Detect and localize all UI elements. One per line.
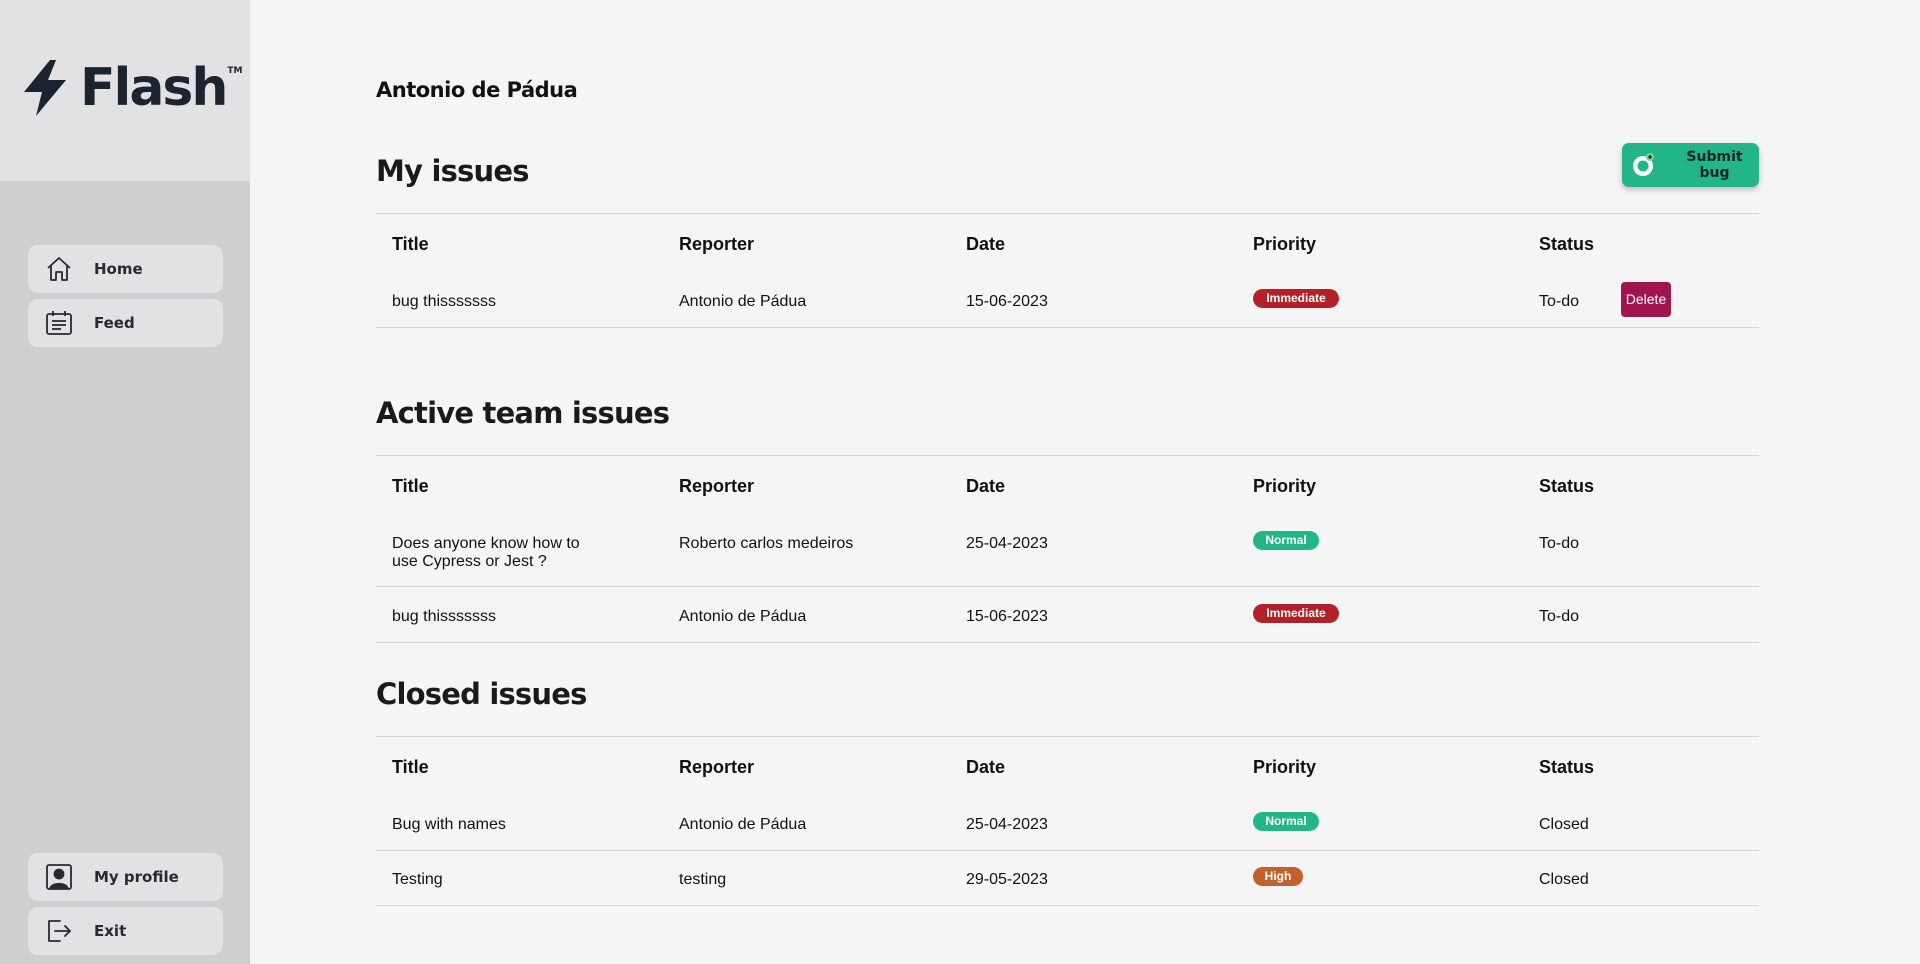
delete-button[interactable]: Delete: [1621, 282, 1671, 317]
priority-badge-normal: Normal: [1253, 812, 1319, 831]
col-header-status: Status: [1539, 757, 1595, 777]
col-header-reporter: Reporter: [679, 757, 755, 777]
team-issues-table: Title Reporter Date Priority Status Does…: [376, 455, 1759, 643]
table-row-status: Closed: [1539, 816, 1589, 833]
nav-home-label: Home: [94, 260, 143, 278]
logo: Flash TM: [20, 60, 243, 116]
col-header-priority: Priority: [1253, 476, 1317, 496]
table-row-status: To-do: [1539, 293, 1580, 310]
priority-badge-immediate: Immediate: [1253, 604, 1339, 623]
table-row-date: 15-06-2023: [966, 608, 1048, 625]
table-row-date: 29-05-2023: [966, 871, 1048, 888]
table-divider: [376, 455, 1759, 456]
team-issues-title: Active team issues: [376, 396, 670, 430]
bug-icon: [1631, 152, 1657, 178]
col-header-title: Title: [392, 476, 429, 496]
my-issues-title: My issues: [376, 154, 530, 188]
table-row-title[interactable]: Testing: [392, 871, 592, 889]
closed-issues-table: Title Reporter Date Priority Status Bug …: [376, 736, 1759, 907]
col-header-date: Date: [966, 757, 1006, 777]
user-name: Antonio de Pádua: [376, 78, 578, 102]
col-header-status: Status: [1539, 476, 1595, 496]
col-header-reporter: Reporter: [679, 234, 755, 254]
table-row-reporter: Antonio de Pádua: [679, 816, 807, 833]
table-row-reporter: Antonio de Pádua: [679, 608, 807, 625]
lightning-bolt-icon: [24, 60, 66, 116]
table-divider: [376, 736, 1759, 737]
logo-text: Flash: [80, 58, 228, 118]
col-header-priority: Priority: [1253, 234, 1317, 254]
table-divider: [376, 850, 1759, 851]
submit-bug-button[interactable]: Submit bug: [1622, 143, 1759, 187]
feed-icon: [44, 308, 74, 338]
sidebar: Flash TM Home Feed My profile Exit: [0, 0, 250, 964]
closed-issues-title: Closed issues: [376, 677, 587, 711]
table-divider: [376, 327, 1759, 328]
col-header-priority: Priority: [1253, 757, 1317, 777]
table-divider: [376, 642, 1759, 643]
table-row-title[interactable]: Bug with names: [392, 816, 592, 834]
table-divider: [376, 213, 1759, 214]
table-row-date: 25-04-2023: [966, 535, 1048, 552]
table-divider: [376, 905, 1759, 906]
table-row-date: 25-04-2023: [966, 816, 1048, 833]
table-row-status: To-do: [1539, 535, 1580, 552]
table-row-reporter: Roberto carlos medeiros: [679, 535, 854, 552]
nav-my-profile-label: My profile: [94, 868, 179, 886]
table-row-reporter: testing: [679, 871, 727, 888]
priority-badge-high: High: [1253, 867, 1303, 886]
col-header-title: Title: [392, 757, 429, 777]
nav-feed-label: Feed: [94, 314, 135, 332]
user-profile-icon: [44, 862, 74, 892]
col-header-reporter: Reporter: [679, 476, 755, 496]
col-header-status: Status: [1539, 234, 1595, 254]
logo-trademark: TM: [227, 66, 243, 76]
priority-badge-normal: Normal: [1253, 531, 1319, 550]
my-issues-table: Title Reporter Date Priority Status bug …: [376, 213, 1759, 328]
table-row-title[interactable]: bug thisssssss: [392, 293, 592, 311]
nav-feed[interactable]: Feed: [28, 299, 223, 347]
col-header-date: Date: [966, 476, 1006, 496]
table-row-title[interactable]: bug thisssssss: [392, 608, 592, 626]
priority-badge-immediate: Immediate: [1253, 289, 1339, 308]
table-row-status: To-do: [1539, 608, 1580, 625]
table-row-status: Closed: [1539, 871, 1589, 888]
home-icon: [44, 254, 74, 284]
table-row-date: 15-06-2023: [966, 293, 1048, 310]
logo-area: Flash TM: [0, 0, 250, 181]
nav-exit-label: Exit: [94, 922, 127, 940]
table-row-reporter: Antonio de Pádua: [679, 293, 807, 310]
exit-icon: [44, 916, 74, 946]
table-row-title[interactable]: Does anyone know how to use Cypress or J…: [392, 535, 592, 571]
table-divider: [376, 586, 1759, 587]
submit-bug-label: Submit bug: [1686, 149, 1743, 181]
nav-exit[interactable]: Exit: [28, 907, 223, 955]
col-header-date: Date: [966, 234, 1006, 254]
col-header-title: Title: [392, 234, 429, 254]
nav-home[interactable]: Home: [28, 245, 223, 293]
nav-my-profile[interactable]: My profile: [28, 853, 223, 901]
